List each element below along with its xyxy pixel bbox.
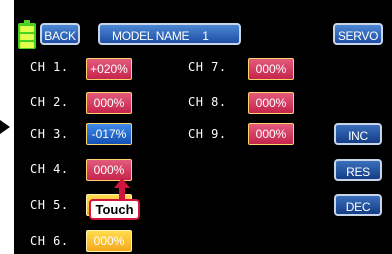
transmitter-screen: BACK MODEL NAME 1 SERVO CH 1. +020% CH 2… bbox=[14, 0, 392, 254]
ch2-value[interactable]: 000% bbox=[86, 92, 132, 114]
ch8-label: CH 8. bbox=[188, 95, 227, 109]
touch-arrow-stem bbox=[119, 187, 125, 199]
ch2-label: CH 2. bbox=[30, 95, 69, 109]
dec-button[interactable]: DEC bbox=[334, 194, 382, 216]
ch6-value[interactable]: 000% bbox=[86, 230, 132, 252]
ch4-label: CH 4. bbox=[30, 162, 69, 176]
battery-icon bbox=[18, 20, 36, 50]
ch1-label: CH 1. bbox=[30, 60, 69, 74]
ch9-value[interactable]: 000% bbox=[248, 123, 294, 145]
back-button[interactable]: BACK bbox=[40, 23, 80, 45]
model-name-label: MODEL NAME bbox=[112, 29, 190, 43]
ch6-label: CH 6. bbox=[30, 234, 69, 248]
model-name-button[interactable]: MODEL NAME 1 bbox=[98, 23, 241, 45]
ch3-value[interactable]: -017% bbox=[86, 123, 132, 145]
pointer-arrow-icon bbox=[0, 120, 10, 134]
ch1-value[interactable]: +020% bbox=[86, 58, 132, 80]
res-button[interactable]: RES bbox=[334, 159, 382, 181]
ch7-label: CH 7. bbox=[188, 60, 227, 74]
ch3-label: CH 3. bbox=[30, 127, 69, 141]
model-number: 1 bbox=[202, 29, 209, 43]
ch5-label: CH 5. bbox=[30, 198, 69, 212]
inc-button[interactable]: INC bbox=[334, 123, 382, 145]
ch9-label: CH 9. bbox=[188, 127, 227, 141]
servo-button[interactable]: SERVO bbox=[333, 23, 383, 45]
ch8-value[interactable]: 000% bbox=[248, 92, 294, 114]
touch-callout: Touch bbox=[89, 199, 140, 220]
ch7-value[interactable]: 000% bbox=[248, 58, 294, 80]
